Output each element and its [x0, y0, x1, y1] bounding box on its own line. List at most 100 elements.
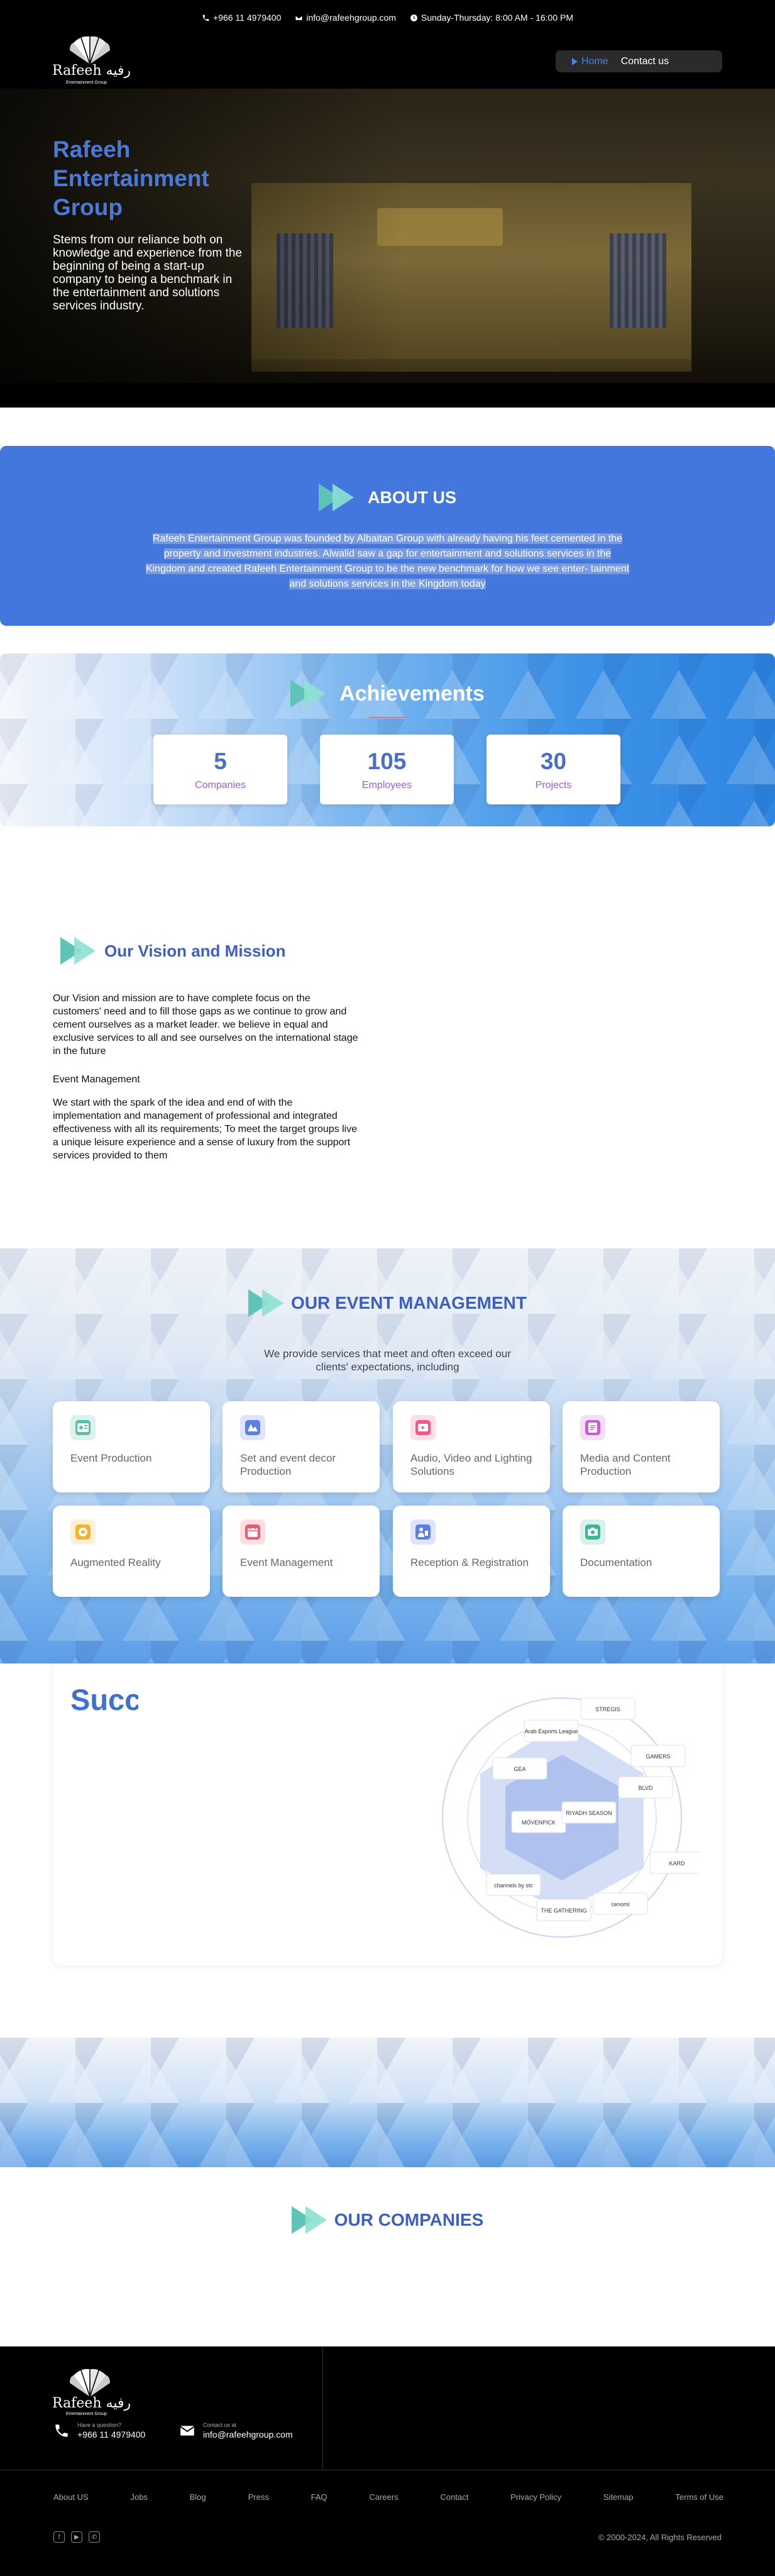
companies-heading: OUR COMPANIES: [0, 2206, 775, 2234]
partner-logo: GAMERS: [630, 1745, 686, 1767]
heading-underline: [369, 717, 405, 718]
vision-subheading: Event Management: [53, 1074, 140, 1085]
footer-link[interactable]: Careers: [369, 2492, 398, 2502]
mail-icon: [180, 2426, 195, 2436]
ar-icon: [70, 1519, 96, 1545]
whatsapp-icon[interactable]: ✆: [89, 2531, 100, 2543]
decorative-banner: [0, 2038, 775, 2167]
svg-text:THE GATHERING: THE GATHERING: [541, 1907, 586, 1914]
stat-employees: 105 Employees: [320, 735, 454, 804]
footer-logo[interactable]: Rafeeh رفيه Entertainment Group: [52, 2369, 140, 2416]
partner-logo: RIYADH SEASON: [561, 1801, 617, 1824]
service-name: Audio, Video and Lighting Solutions: [410, 1452, 532, 1477]
partner-logo: cenomi: [593, 1892, 648, 1915]
service-name: Event Management: [240, 1557, 333, 1568]
topbar-email[interactable]: info@rafeehgroup.com: [295, 13, 396, 23]
service-card[interactable]: Documentation: [563, 1506, 720, 1597]
play-icon: [572, 57, 578, 65]
service-name: Documentation: [580, 1557, 652, 1568]
stat-projects: 30 Projects: [486, 735, 620, 804]
partner-logo: BLVD: [618, 1776, 673, 1799]
topbar: +966 11 4979400 info@rafeehgroup.com Sun…: [0, 10, 775, 25]
clock-icon: [410, 14, 417, 21]
mail-icon: [295, 14, 303, 21]
media-icon: [580, 1415, 605, 1440]
footer-phone[interactable]: Have a question? +966 11 4979400: [53, 2422, 145, 2440]
youtube-icon[interactable]: ▶: [71, 2531, 82, 2543]
partner-logo: THE GATHERING: [536, 1899, 591, 1921]
service-card[interactable]: Media and Content Production: [563, 1401, 720, 1492]
footer-email[interactable]: Contact us at info@rafeehgroup.com: [179, 2422, 293, 2440]
footer-link[interactable]: Blog: [190, 2492, 206, 2502]
hero-title: Rafeeh Entertainment Group: [53, 136, 209, 220]
copyright: © 2000-2024, All Rights Reserved: [598, 2533, 722, 2542]
social-links: f ▶ ✆: [53, 2531, 100, 2543]
service-name: Augmented Reality: [70, 1557, 161, 1568]
service-card[interactable]: Audio, Video and Lighting Solutions: [393, 1401, 550, 1492]
documentation-icon: [580, 1519, 605, 1545]
service-name: Media and Content Production: [580, 1452, 671, 1477]
svg-text:RIYADH SEASON: RIYADH SEASON: [566, 1810, 612, 1816]
footer-link[interactable]: FAQ: [311, 2492, 327, 2502]
fan-logo-icon: [70, 36, 110, 64]
svg-text:channels by stc: channels by stc: [494, 1882, 534, 1889]
footer-link[interactable]: Contact: [441, 2492, 469, 2502]
events-heading: OUR EVENT MANAGEMENT: [0, 1289, 775, 1317]
facebook-icon[interactable]: f: [53, 2531, 65, 2543]
vision-heading: Our Vision and Mission: [60, 937, 285, 965]
service-card[interactable]: Set and event decor Production: [223, 1401, 380, 1492]
footer-link[interactable]: Press: [248, 2492, 269, 2502]
footer-link[interactable]: Sitemap: [603, 2492, 634, 2502]
chevron-icon: [319, 484, 359, 511]
events-subtitle: We provide services that meet and often …: [264, 1348, 511, 1373]
service-card[interactable]: Augmented Reality: [53, 1506, 210, 1597]
hero-text: Stems from our reliance both on knowledg…: [53, 233, 243, 313]
service-card[interactable]: Event Production: [53, 1401, 210, 1492]
partner-logo: MÖVENPICK: [511, 1811, 566, 1833]
svg-text:GAMERS: GAMERS: [646, 1753, 670, 1760]
service-card[interactable]: Reception & Registration: [393, 1506, 550, 1597]
footer-link[interactable]: Terms of Use: [675, 2492, 723, 2502]
footer-link[interactable]: Privacy Policy: [510, 2492, 561, 2502]
footer-link[interactable]: Jobs: [130, 2492, 147, 2502]
chevron-icon: [60, 937, 101, 965]
partners-section: Success Partners STREGIS Arab Esports Lea…: [53, 1663, 722, 1965]
chevron-icon: [248, 1289, 289, 1317]
partners-title: Success Partners: [70, 1683, 138, 1716]
footer: Rafeeh رفيه Entertainment Group Have a q…: [0, 2346, 775, 2576]
phone-icon: [55, 2424, 68, 2437]
svg-text:GEA: GEA: [514, 1766, 525, 1772]
event-management-section: OUR EVENT MANAGEMENT We provide services…: [0, 1248, 775, 1663]
about-text: Rafeeh Entertainment Group was founded b…: [145, 533, 630, 589]
svg-text:STREGIS: STREGIS: [595, 1706, 620, 1713]
hero-section: +966 11 4979400 info@rafeehgroup.com Sun…: [0, 0, 775, 408]
service-name: Reception & Registration: [410, 1557, 529, 1568]
audio-video-icon: [410, 1415, 436, 1440]
stat-companies: 5 Companies: [153, 735, 287, 804]
decor-icon: [240, 1415, 265, 1440]
chevron-icon: [290, 680, 331, 708]
topbar-phone[interactable]: +966 11 4979400: [202, 13, 281, 23]
service-card[interactable]: Event Management: [223, 1506, 380, 1597]
about-heading: ABOUT US: [0, 484, 775, 511]
phone-icon: [202, 14, 209, 21]
nav-contact[interactable]: Contact us: [621, 56, 669, 67]
nav-home[interactable]: Home: [572, 56, 608, 67]
achievements-section: Achievements 5 Companies 105 Employees 3…: [0, 653, 775, 826]
partner-logo: STREGIS: [580, 1697, 635, 1720]
vision-paragraph: Our Vision and mission are to have compl…: [53, 993, 358, 1057]
footer-link[interactable]: About US: [53, 2492, 89, 2502]
achievements-heading: Achievements: [0, 680, 775, 708]
logo[interactable]: Rafeeh رفيه Entertainment Group: [52, 36, 140, 86]
chevron-icon: [291, 2206, 332, 2234]
about-section: ABOUT US Rafeeh Entertainment Group was …: [0, 446, 775, 626]
service-name: Set and event decor Production: [240, 1452, 336, 1477]
svg-text:cenomi: cenomi: [611, 1901, 629, 1907]
partner-logo: KARD: [649, 1852, 700, 1874]
mission-paragraph: We start with the spark of the idea and …: [53, 1097, 358, 1161]
partner-logo: channels by stc: [486, 1874, 541, 1896]
svg-text:MÖVENPICK: MÖVENPICK: [522, 1819, 556, 1826]
partner-logo: GEA: [492, 1757, 547, 1780]
service-name: Event Production: [70, 1452, 152, 1464]
production-icon: [70, 1415, 96, 1440]
